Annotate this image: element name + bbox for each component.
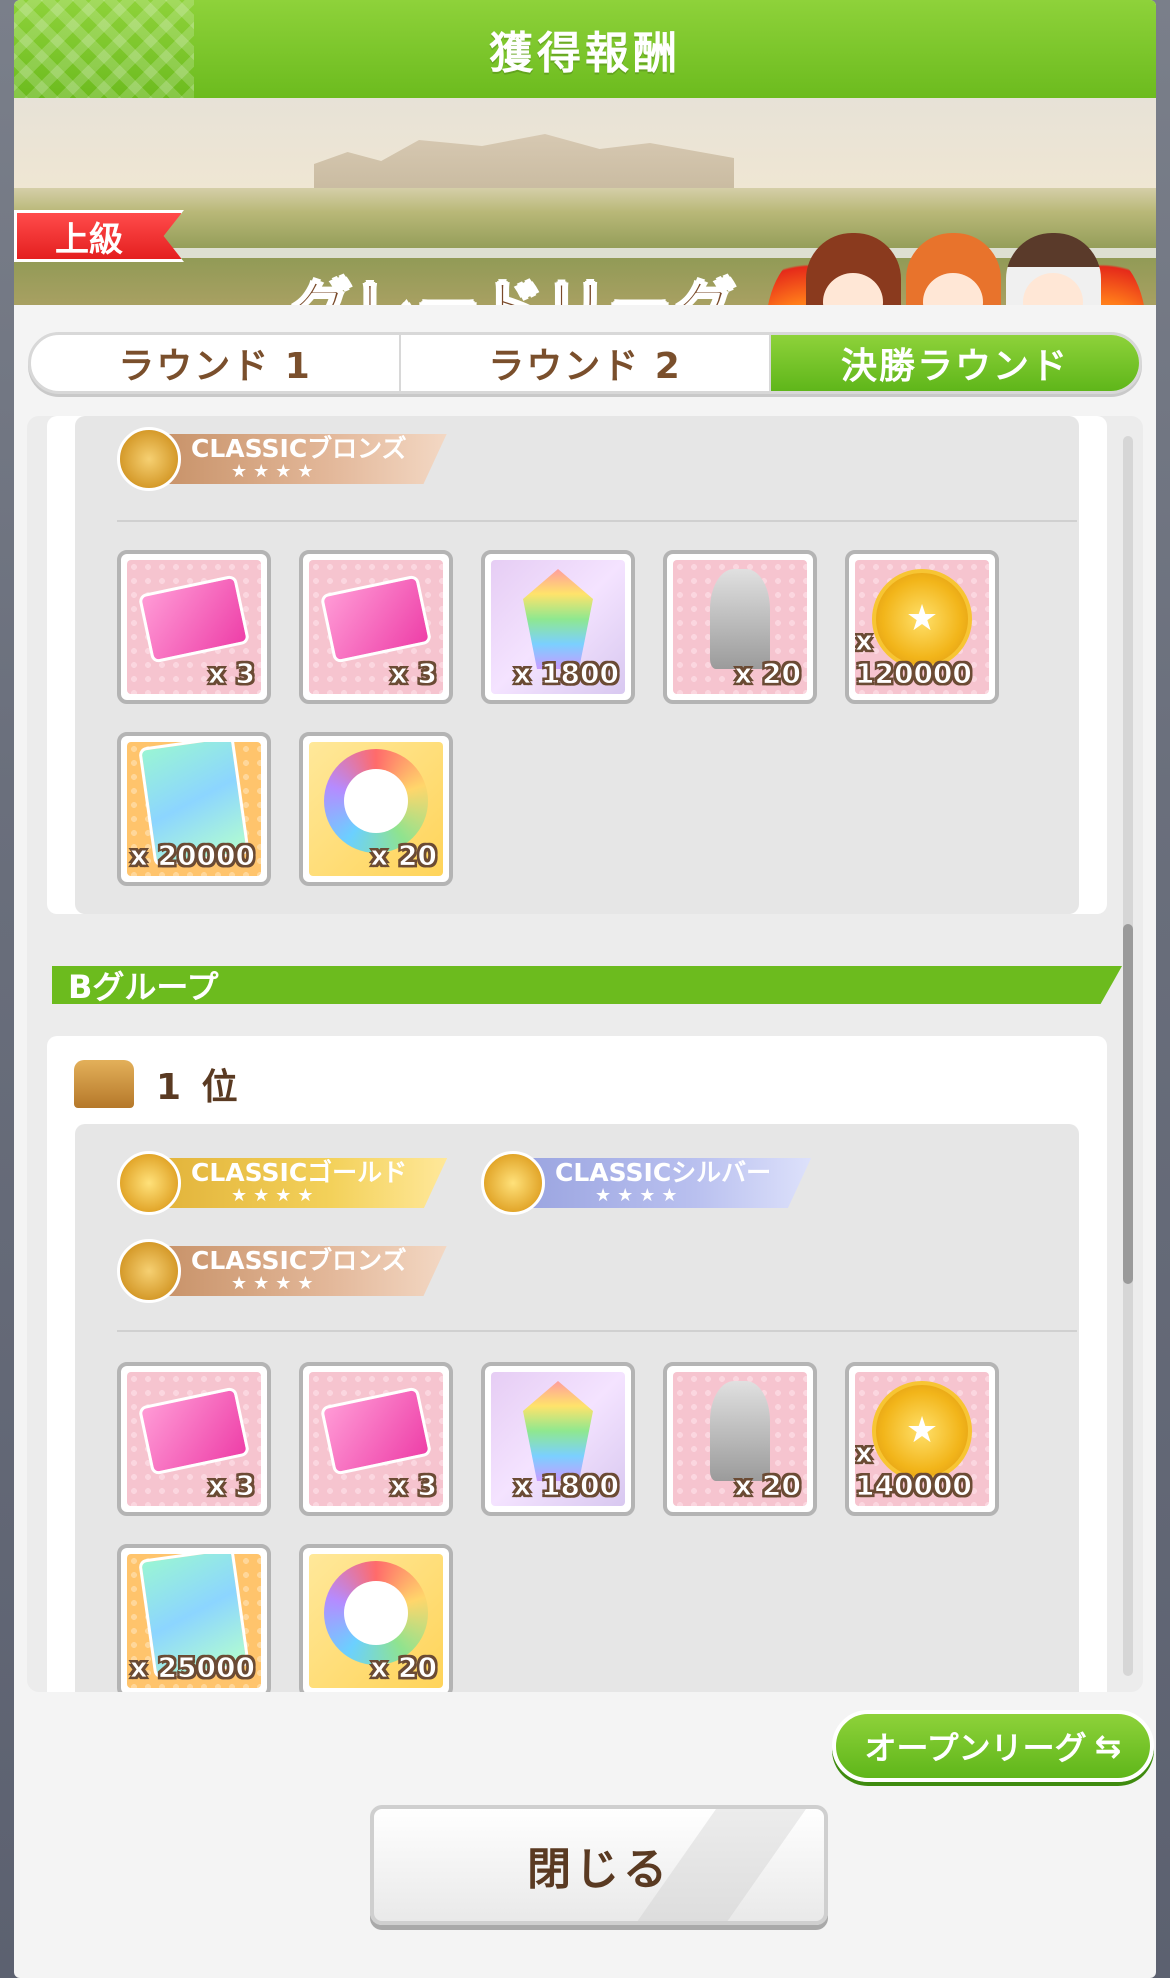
item-qty: x 20	[734, 1469, 802, 1503]
tier-name: CLASSICブロンズ	[191, 1246, 407, 1275]
tier-stars: ★★★★	[595, 1185, 684, 1206]
rainbow-crystal-icon	[523, 1380, 593, 1481]
reward-item[interactable]: x 3	[299, 550, 453, 704]
item-qty: x 120000	[855, 624, 972, 691]
reward-item[interactable]: x 3	[117, 550, 271, 704]
close-label: 閉じる	[527, 1844, 671, 1895]
item-qty: x 1800	[513, 657, 620, 691]
reward-item[interactable]: x 3	[299, 1362, 453, 1516]
rainbow-horseshoe-icon	[324, 1560, 428, 1665]
reward-item[interactable]: ★ x 140000	[845, 1362, 999, 1516]
reward-item[interactable]: x 20	[299, 732, 453, 886]
tier-name: CLASSICシルバー	[555, 1158, 772, 1187]
group-b-label: Bグループ	[68, 968, 219, 1006]
pink-ticket-icon	[319, 1386, 433, 1476]
title-bar: 獲得報酬	[14, 0, 1156, 98]
league-name: グレードリーグ	[288, 258, 737, 305]
item-qty: x 3	[389, 1469, 437, 1503]
item-qty: x 20000	[129, 839, 255, 873]
reward-item[interactable]: x 25000	[117, 1544, 271, 1692]
title-pattern	[14, 0, 194, 98]
reward-item[interactable]: ★ x 120000	[845, 550, 999, 704]
tier-name: CLASSICブロンズ	[191, 434, 407, 463]
reward-item[interactable]: x 20	[663, 1362, 817, 1516]
tier-bronze-b: CLASSICブロンズ ★★★★	[117, 1238, 447, 1304]
item-qty: x 20	[370, 1651, 438, 1685]
character-2	[906, 233, 1001, 305]
trophy-icon	[74, 1060, 134, 1108]
silver-statue-icon	[710, 1380, 770, 1481]
pink-ticket-icon	[137, 574, 251, 664]
tier-bronze-a: CLASSICブロンズ ★★★★	[117, 426, 447, 492]
rank-badge-label: 上級	[55, 219, 123, 260]
swap-icon: ⇆	[1094, 1727, 1122, 1765]
reward-item[interactable]: x 1800	[481, 550, 635, 704]
item-qty: x 20	[370, 839, 438, 873]
item-qty: x 20	[734, 657, 802, 691]
tier-silver: CLASSICシルバー ★★★★	[481, 1150, 812, 1216]
open-league-button[interactable]: オープンリーグ ⇆	[832, 1710, 1154, 1782]
scrollbar-thumb[interactable]	[1123, 924, 1133, 1284]
tier-name: CLASSICゴールド	[191, 1158, 408, 1187]
tier-stars: ★★★★	[231, 1273, 320, 1294]
divider	[117, 520, 1077, 522]
horse-medal-icon	[117, 1151, 181, 1215]
item-qty: x 25000	[129, 1651, 255, 1685]
dialog-title: 獲得報酬	[489, 28, 681, 79]
rank-badge: 上級	[14, 210, 184, 262]
reward-item[interactable]: x 3	[117, 1362, 271, 1516]
reward-item[interactable]: x 20000	[117, 732, 271, 886]
rank-row: 1 位	[74, 1058, 242, 1110]
group-b-header: Bグループ	[52, 966, 1122, 1004]
pink-ticket-icon	[319, 574, 433, 664]
pink-ticket-icon	[137, 1386, 251, 1476]
reward-item[interactable]: x 20	[663, 550, 817, 704]
round-tabs: ラウンド 1 ラウンド 2 決勝ラウンド	[28, 332, 1142, 394]
horse-medal-icon	[481, 1151, 545, 1215]
reward-item[interactable]: x 20	[299, 1544, 453, 1692]
reward-dialog: 獲得報酬 上級 グレードリーグ ラウンド 1 ラウンド 2 決勝ラウンド CLA…	[14, 0, 1156, 1978]
reward-list[interactable]: CLASSICブロンズ ★★★★ x 3 x 3 x 1800 x 20 ★ x 1…	[27, 416, 1143, 1692]
item-qty: x 1800	[513, 1469, 620, 1503]
item-qty: x 140000	[855, 1436, 972, 1503]
horse-medal-icon	[117, 427, 181, 491]
divider	[117, 1330, 1077, 1332]
rank-text: 1 位	[156, 1067, 242, 1108]
tier-gold: CLASSICゴールド ★★★★	[117, 1150, 448, 1216]
tab-round-2[interactable]: ラウンド 2	[401, 335, 771, 391]
close-button[interactable]: 閉じる	[370, 1805, 828, 1925]
item-qty: x 3	[207, 1469, 255, 1503]
rainbow-horseshoe-icon	[324, 748, 428, 853]
character-1	[806, 233, 901, 305]
tab-final-round[interactable]: 決勝ラウンド	[771, 335, 1139, 391]
item-qty: x 3	[207, 657, 255, 691]
character-group	[766, 208, 1146, 305]
rainbow-crystal-icon	[523, 568, 593, 669]
horse-medal-icon	[117, 1239, 181, 1303]
reward-item[interactable]: x 1800	[481, 1362, 635, 1516]
silver-statue-icon	[710, 568, 770, 669]
tier-stars: ★★★★	[231, 461, 320, 482]
open-league-label: オープンリーグ	[864, 1729, 1087, 1767]
item-qty: x 3	[389, 657, 437, 691]
league-banner: 上級 グレードリーグ	[14, 98, 1156, 305]
tier-stars: ★★★★	[231, 1185, 320, 1206]
tab-round-1[interactable]: ラウンド 1	[31, 335, 401, 391]
character-3	[1006, 233, 1101, 305]
